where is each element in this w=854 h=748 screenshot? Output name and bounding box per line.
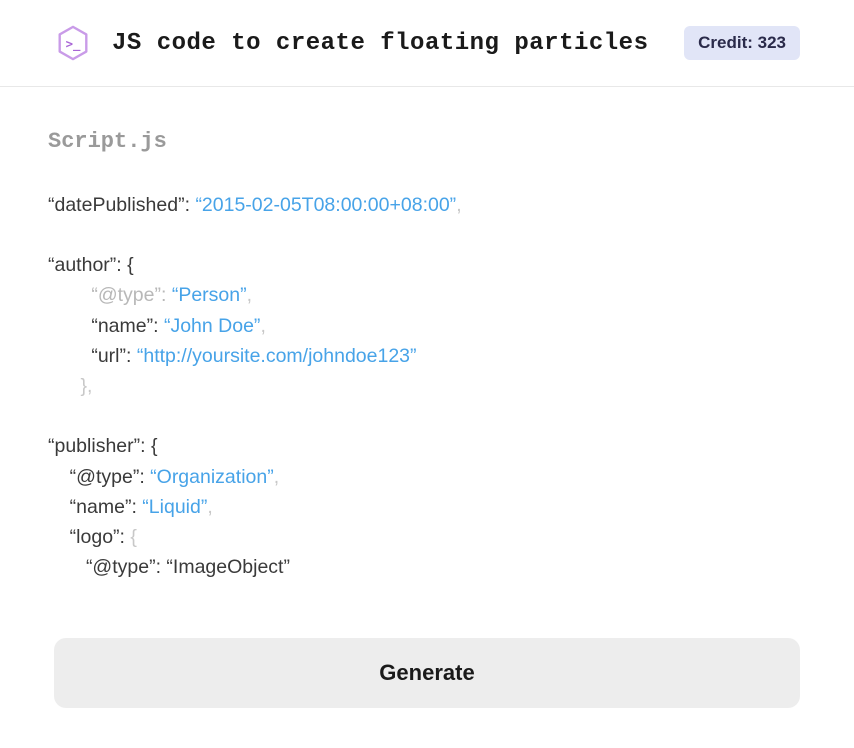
code-line: “logo”: {: [48, 522, 806, 552]
code-line: “name”: “Liquid”,: [48, 492, 806, 522]
credit-label: Credit:: [698, 33, 753, 52]
code-line: “url”: “http://yoursite.com/johndoe123”: [48, 341, 806, 371]
script-filename: Script.js: [48, 129, 806, 154]
code-line: “name”: “John Doe”,: [48, 311, 806, 341]
code-line: “datePublished”: “2015-02-05T08:00:00+08…: [48, 190, 806, 220]
header: >_ JS code to create floating particles …: [0, 0, 854, 87]
code-line: “publisher”: {: [48, 431, 806, 461]
app-logo-icon: >_: [54, 24, 92, 62]
code-line: “author”: {: [48, 250, 806, 280]
code-line: “@type”: “ImageObject”: [48, 552, 806, 582]
button-wrap: Generate: [0, 638, 854, 708]
page-title: JS code to create floating particles: [112, 30, 684, 57]
code-line: },: [48, 371, 806, 401]
code-block: “datePublished”: “2015-02-05T08:00:00+08…: [48, 190, 806, 582]
content-area: Script.js “datePublished”: “2015-02-05T0…: [0, 87, 854, 582]
code-line: “@type”: “Organization”,: [48, 462, 806, 492]
code-line: “@type”: “Person”,: [48, 280, 806, 310]
credit-value: 323: [758, 33, 786, 52]
generate-button[interactable]: Generate: [54, 638, 800, 708]
svg-text:>_: >_: [66, 37, 81, 52]
credit-badge: Credit: 323: [684, 26, 800, 60]
